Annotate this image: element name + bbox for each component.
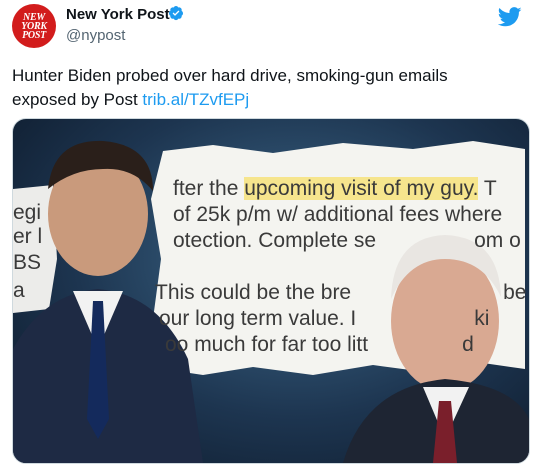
document-line-3-tail: om o [474, 229, 521, 252]
left-fragment-3: BS [13, 251, 42, 274]
document-line-2: of 25k p/m w/ additional fees where [173, 203, 503, 226]
tweet-text: Hunter Biden probed over hard drive, smo… [12, 64, 512, 112]
document-line-1-tail: T [478, 177, 497, 200]
document-line-5-tail: ki [474, 307, 490, 330]
left-fragment-4: a [13, 279, 25, 302]
document-line-4-tail: be [503, 281, 527, 304]
document-line-5-text: our long term value. I [159, 307, 357, 330]
tweet-image[interactable]: fter the upcoming visit of my guy. T of … [12, 118, 530, 464]
avatar-text-3: POST [22, 29, 46, 41]
left-fragment-1: egi [13, 201, 42, 224]
document-highlight: upcoming visit of my guy. [244, 177, 479, 200]
document-line-6: oo much for far too litt d [165, 333, 474, 357]
document-line-5: our long term value. I ki [159, 307, 489, 331]
document-line-4: This could be the bre be [155, 281, 526, 305]
document-line-3: otection. Complete se om o [173, 229, 521, 253]
document-text: fter the upcoming visit of my guy. T of … [13, 119, 529, 463]
left-fragment-2: er l [13, 225, 43, 248]
tweet-link[interactable]: trib.al/TZvfEPj [142, 90, 249, 109]
document-line-6-tail: d [462, 333, 474, 356]
document-line-1: fter the upcoming visit of my guy. T [173, 177, 497, 201]
tweet-card: NEW YORK POST New York Post @nypost Hunt… [0, 0, 534, 467]
document-line-1-text: fter the [173, 177, 245, 200]
verified-badge-icon [169, 6, 183, 21]
document-line-4-text: This could be the bre [155, 281, 352, 304]
document-line-6-text: oo much for far too litt [165, 333, 369, 356]
document-line-3-text: otection. Complete se [173, 229, 377, 252]
avatar[interactable]: NEW YORK POST [12, 4, 56, 48]
handle[interactable]: @nypost [66, 27, 125, 44]
twitter-bird-icon[interactable] [498, 6, 522, 28]
display-name[interactable]: New York Post [66, 6, 170, 23]
